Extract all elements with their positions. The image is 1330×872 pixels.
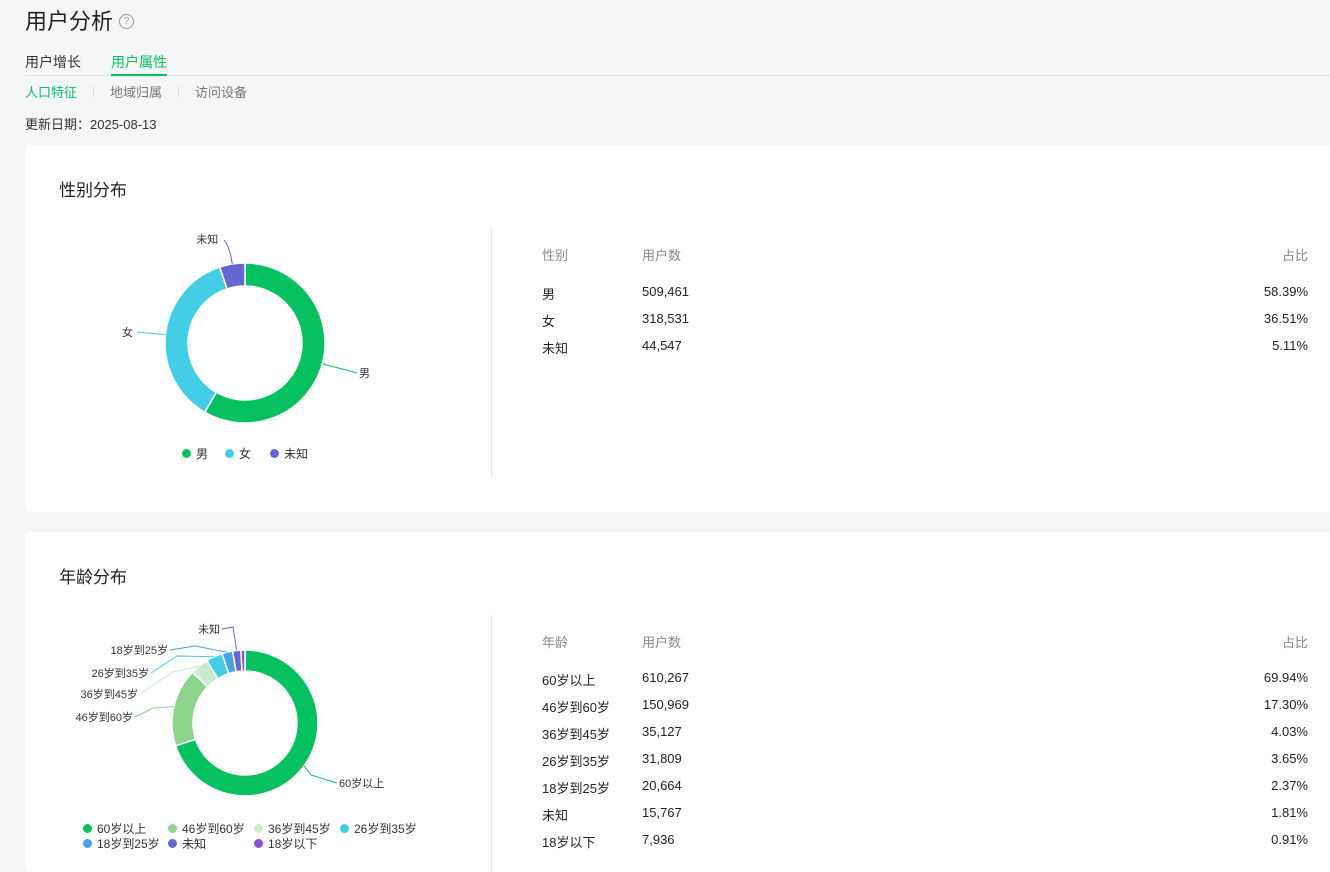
- main-tabs: 用户增长 用户属性: [25, 50, 1330, 76]
- table-cell-category: 18岁到25岁: [542, 781, 610, 796]
- table-cell-count: 318,531: [642, 311, 689, 326]
- table-cell-count: 44,547: [642, 338, 682, 353]
- table-cell-category: 男: [542, 287, 556, 302]
- table-cell-category: 未知: [542, 808, 569, 823]
- update-date: 更新日期：2025-08-13: [25, 114, 157, 133]
- table-header-percent: 占比: [1281, 248, 1308, 263]
- subtab-divider: [93, 86, 95, 97]
- help-icon[interactable]: ?: [119, 14, 135, 29]
- age-card: 年龄分布 60岁以上 46岁到60岁 36岁到45岁 26岁到35岁 18岁到25岁 未知…: [25, 532, 1330, 872]
- table-cell-percent: 3.65%: [1271, 751, 1308, 766]
- table-cell-count: 150,969: [642, 697, 689, 712]
- table-cell-percent: 36.51%: [1263, 311, 1308, 326]
- table-cell-count: 7,936: [642, 832, 675, 847]
- page-title-text: 用户分析: [25, 9, 114, 34]
- table-cell-category: 46岁到60岁: [542, 700, 610, 715]
- table-cell-percent: 17.30%: [1263, 697, 1308, 712]
- table-cell-count: 15,767: [642, 805, 682, 820]
- table-cell-percent: 4.03%: [1271, 724, 1308, 739]
- subtab-device[interactable]: 访问设备: [195, 82, 247, 101]
- subtab-demographics[interactable]: 人口特征: [25, 82, 77, 101]
- gender-card: 性别分布 男女未知 男女未知 性别 用户数 占比男 509,461 58.39% 女 318…: [25, 145, 1330, 512]
- table-cell-category: 未知: [542, 341, 569, 356]
- update-date-label: 更新日期：: [25, 117, 91, 132]
- tab-user-attributes[interactable]: 用户属性: [111, 52, 167, 76]
- table-cell-count: 610,267: [642, 670, 689, 685]
- table-cell-count: 31,809: [642, 751, 682, 766]
- gender-table: 性别 用户数 占比男 509,461 58.39% 女 318,531 36.51% 未知 44,…: [25, 145, 1330, 512]
- table-cell-category: 36岁到45岁: [542, 727, 610, 742]
- table-cell-percent: 2.37%: [1271, 778, 1308, 793]
- sub-tabs: 人口特征 地域归属 访问设备: [25, 82, 247, 101]
- age-table: 年龄 用户数 占比 60岁以上 610,267 69.94% 46岁到60岁 150,969 1…: [25, 532, 1330, 872]
- tab-user-growth[interactable]: 用户增长: [25, 52, 81, 74]
- table-header-category: 性别: [542, 248, 569, 263]
- table-cell-category: 60岁以上: [542, 673, 596, 688]
- table-cell-percent: 5.11%: [1272, 338, 1308, 353]
- subtab-region[interactable]: 地域归属: [110, 82, 162, 101]
- table-header-count: 用户数: [642, 635, 682, 650]
- table-cell-percent: 1.81%: [1271, 805, 1308, 820]
- table-cell-category: 26岁到35岁: [542, 754, 610, 769]
- table-header-percent: 占比: [1281, 635, 1308, 650]
- table-cell-count: 509,461: [642, 284, 689, 299]
- table-cell-percent: 58.39%: [1263, 284, 1308, 299]
- table-cell-percent: 69.94%: [1263, 670, 1308, 685]
- table-cell-count: 20,664: [642, 778, 682, 793]
- table-header-category: 年龄: [542, 635, 569, 650]
- update-date-value: 2025-08-13: [90, 117, 157, 132]
- table-cell-percent: 0.91%: [1271, 832, 1308, 847]
- table-cell-category: 18岁以下: [542, 835, 596, 850]
- table-cell-count: 35,127: [642, 724, 682, 739]
- table-cell-category: 女: [542, 314, 556, 329]
- page-title: 用户分析 ?: [25, 4, 135, 36]
- subtab-divider: [178, 86, 180, 97]
- table-header-count: 用户数: [642, 248, 682, 263]
